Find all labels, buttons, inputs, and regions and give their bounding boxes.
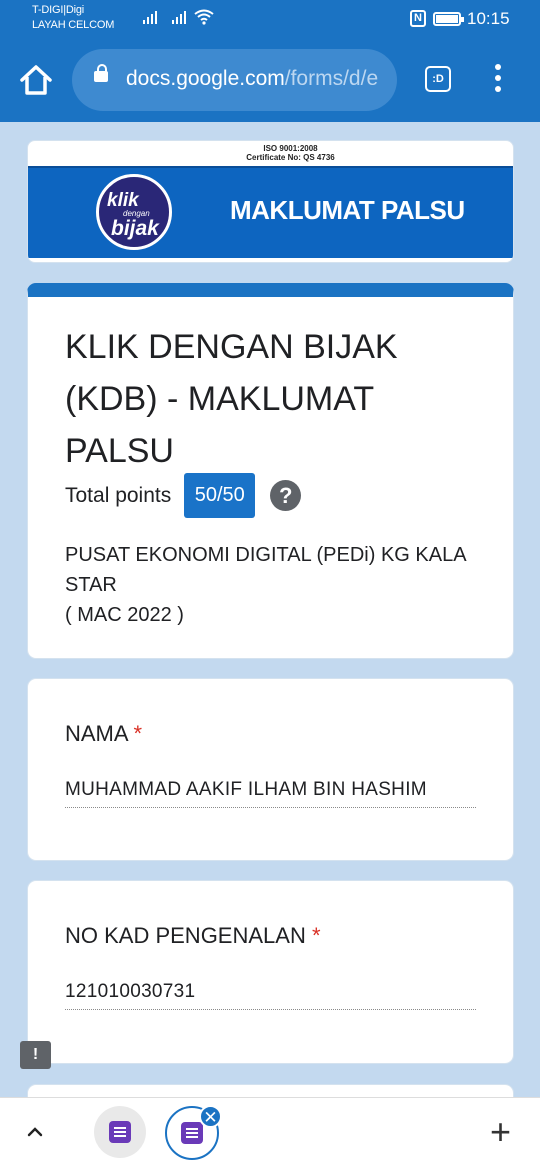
carrier-info: T-DIGI|Digi LAYAH CELCOM bbox=[32, 3, 114, 33]
report-feedback-button[interactable]: ! bbox=[20, 1041, 51, 1069]
close-tab-icon[interactable]: ✕ bbox=[199, 1105, 222, 1128]
tab-google-forms-1[interactable] bbox=[94, 1106, 146, 1158]
signal-icon bbox=[172, 11, 186, 24]
iso-line-2: Certificate No: QS 4736 bbox=[246, 153, 335, 162]
banner-title: MAKLUMAT PALSU bbox=[230, 195, 465, 225]
wifi-icon bbox=[194, 9, 214, 25]
help-icon[interactable]: ? bbox=[270, 480, 302, 511]
new-tab-button[interactable]: + bbox=[490, 1114, 511, 1150]
chevron-up-icon[interactable] bbox=[27, 1124, 43, 1140]
carrier-line-2: LAYAH CELCOM bbox=[32, 19, 115, 31]
status-bar: T-DIGI|Digi LAYAH CELCOM N 10:15 bbox=[0, 0, 540, 40]
browser-toolbar: docs.google.com/forms/d/e :D bbox=[0, 40, 540, 122]
description-line-1: PUSAT EKONOMI DIGITAL (PEDi) KG KALA STA… bbox=[65, 544, 466, 596]
question-label: NAMA * bbox=[65, 721, 143, 746]
url-text[interactable]: docs.google.com/forms/d/e bbox=[126, 67, 378, 91]
google-forms-icon bbox=[109, 1121, 131, 1143]
required-marker: * bbox=[311, 923, 321, 948]
description-line-2: ( MAC 2022 ) bbox=[65, 604, 184, 626]
form-title-card: KLIK DENGAN BIJAK (KDB) - MAKLUMAT PALSU… bbox=[27, 283, 514, 659]
address-bar[interactable]: docs.google.com/forms/d/e bbox=[72, 49, 397, 111]
overflow-menu-icon[interactable] bbox=[488, 64, 508, 98]
url-path: /forms/d/e bbox=[284, 67, 379, 90]
battery-icon bbox=[433, 12, 464, 26]
score-row: Total points 50/50 ? bbox=[65, 473, 302, 518]
iso-certificate: ISO 9001:2008 Certificate No: QS 4736 bbox=[28, 144, 513, 162]
iso-line-1: ISO 9001:2008 bbox=[263, 144, 318, 153]
form-header-image: ISO 9001:2008 Certificate No: QS 4736 kl… bbox=[27, 140, 514, 263]
clock: 10:15 bbox=[467, 9, 510, 28]
form-title: KLIK DENGAN BIJAK (KDB) - MAKLUMAT PALSU bbox=[65, 328, 398, 470]
question-card-no-kad: NO KAD PENGENALAN * 121010030731 bbox=[27, 880, 514, 1064]
home-icon[interactable] bbox=[18, 62, 54, 98]
lock-icon bbox=[94, 64, 108, 82]
google-forms-icon bbox=[181, 1122, 203, 1144]
score-badge: 50/50 bbox=[184, 473, 256, 518]
total-points-label: Total points bbox=[65, 483, 172, 507]
tab-switcher-button[interactable]: :D bbox=[425, 66, 451, 92]
form-description: PUSAT EKONOMI DIGITAL (PEDi) KG KALA STA… bbox=[65, 540, 485, 630]
nfc-icon: N bbox=[410, 10, 426, 27]
signal-icon bbox=[143, 11, 157, 24]
bottom-toolbar: ✕ + bbox=[0, 1097, 540, 1170]
carrier-line-1: T-DIGI|Digi bbox=[32, 4, 84, 16]
question-label: NO KAD PENGENALAN * bbox=[65, 923, 321, 948]
url-host: docs.google.com bbox=[126, 67, 285, 90]
question-card-nama: NAMA * MUHAMMAD AAKIF ILHAM BIN HASHIM bbox=[27, 678, 514, 861]
klik-dengan-bijak-logo: klik dengan bijak bbox=[96, 174, 172, 250]
answer-field-no-kad[interactable]: 121010030731 bbox=[65, 981, 476, 1010]
required-marker: * bbox=[133, 721, 143, 746]
answer-field-nama[interactable]: MUHAMMAD AAKIF ILHAM BIN HASHIM bbox=[65, 779, 476, 808]
